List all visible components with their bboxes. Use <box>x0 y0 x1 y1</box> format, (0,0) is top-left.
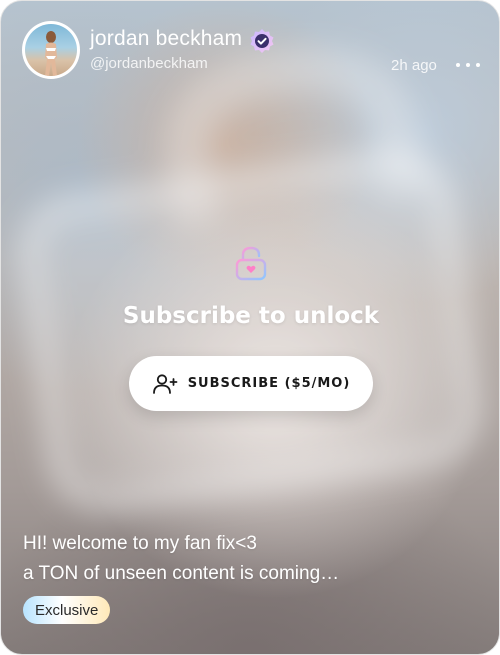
post-caption: HI! welcome to my fan fix<3 a TON of uns… <box>23 529 463 589</box>
more-dots-icon <box>456 63 460 67</box>
exclusive-badge: Exclusive <box>23 596 111 624</box>
author-name[interactable]: jordan beckham <box>90 27 242 51</box>
subscribe-button-label: SUBSCRIBE ($5/MO) <box>187 376 351 391</box>
lock-heart-icon <box>235 246 267 281</box>
avatar[interactable] <box>22 21 80 79</box>
avatar-figure <box>45 31 57 76</box>
more-options-button[interactable] <box>456 55 480 75</box>
caption-line: a TON of unseen content is coming… <box>23 563 340 584</box>
caption-line: HI! welcome to my fan fix<3 <box>23 533 257 554</box>
unlock-title: Subscribe to unlock <box>122 303 380 329</box>
post-timestamp: 2h ago <box>391 57 437 74</box>
avatar-photo <box>25 24 77 76</box>
locked-post-card: jordan beckham @jordanbeckham 2h ago Sub… <box>0 0 500 655</box>
author-handle[interactable]: @jordanbeckham <box>90 55 208 72</box>
subscribe-button[interactable]: SUBSCRIBE ($5/MO) <box>129 356 373 411</box>
add-user-icon <box>152 373 178 394</box>
verified-badge-icon <box>250 29 274 53</box>
